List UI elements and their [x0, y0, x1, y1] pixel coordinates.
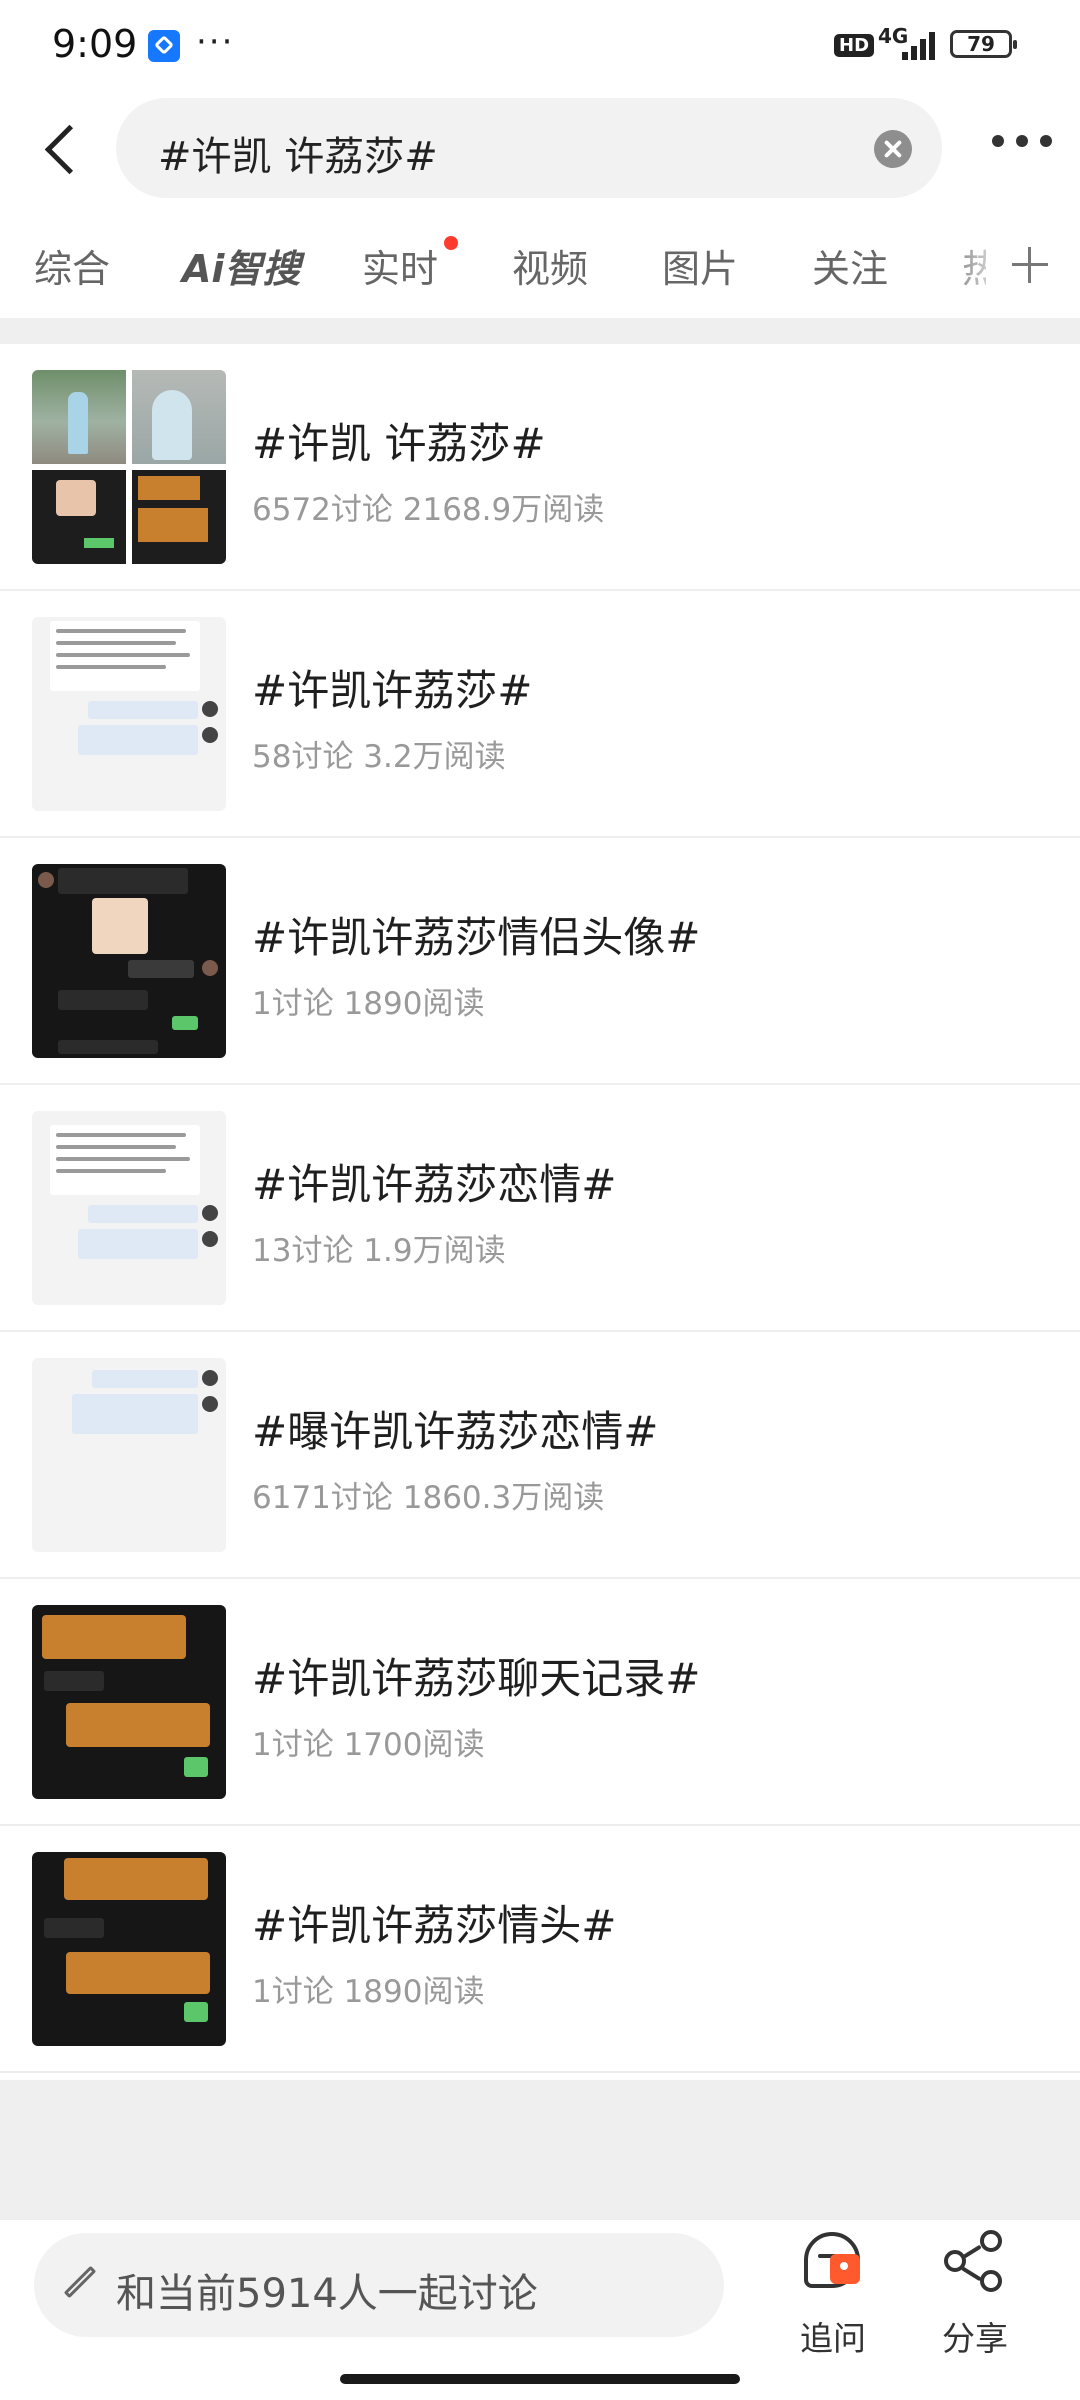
list-item[interactable]: #许凯许荔莎恋情# 13讨论 1.9万阅读	[0, 1085, 1080, 1332]
tab-follow[interactable]: 关注	[812, 238, 888, 293]
thumbnail-transfer-screenshot	[32, 1605, 226, 1799]
comment-input[interactable]: 和当前5914人一起讨论	[34, 2233, 724, 2337]
list-item[interactable]: #曝许凯许荔莎恋情# 6171讨论 1860.3万阅读	[0, 1332, 1080, 1579]
ask-label: 追问	[800, 2319, 866, 2358]
ask-badge-icon	[830, 2254, 860, 2284]
thumbnail-chat-screenshot	[32, 1111, 226, 1305]
thumbnail-transfer-screenshot	[32, 1852, 226, 2046]
share-icon	[944, 2230, 1006, 2292]
list-item[interactable]: #许凯许荔莎# 58讨论 3.2万阅读	[0, 591, 1080, 838]
comment-placeholder: 和当前5914人一起讨论	[116, 2271, 538, 2317]
topic-meta: 1讨论 1700阅读	[252, 1727, 485, 1763]
clear-icon[interactable]	[874, 130, 912, 168]
bottom-bar: 和当前5914人一起讨论 追问 分享	[0, 2220, 1080, 2400]
tab-video[interactable]: 视频	[512, 238, 588, 293]
topic-meta: 6572讨论 2168.9万阅读	[252, 492, 605, 528]
thumbnail-chat-screenshot	[32, 617, 226, 811]
topic-title[interactable]: #许凯许荔莎恋情#	[252, 1151, 616, 1212]
topic-meta: 6171讨论 1860.3万阅读	[252, 1480, 605, 1516]
topic-title[interactable]: #许凯许荔莎情侣头像#	[252, 904, 700, 965]
list-item[interactable]: #许凯 许荔莎# 6572讨论 2168.9万阅读	[0, 344, 1080, 591]
pencil-icon	[60, 2263, 100, 2303]
topic-meta: 1讨论 1890阅读	[252, 986, 485, 1022]
list-item[interactable]: #许凯许荔莎情侣头像# 1讨论 1890阅读	[0, 838, 1080, 1085]
search-header: #许凯 许荔莎#	[0, 90, 1080, 210]
status-bar: 9:09 ··· HD 4G 79	[0, 0, 1080, 90]
search-input[interactable]: #许凯 许荔莎#	[158, 124, 438, 182]
thumbnail-chat-screenshot	[32, 1358, 226, 1552]
search-tabs: 综合 Ai智搜 实时 视频 图片 关注 热	[0, 220, 1080, 310]
ask-button[interactable]: 追问	[788, 2228, 878, 2358]
more-icon[interactable]	[992, 132, 1052, 148]
signal-icon	[902, 30, 936, 60]
tab-comprehensive[interactable]: 综合	[34, 238, 110, 293]
home-indicator	[340, 2374, 740, 2384]
tabs-fade	[940, 230, 1010, 300]
tab-ai-search[interactable]: Ai智搜	[182, 238, 300, 293]
topic-meta: 13讨论 1.9万阅读	[252, 1233, 506, 1269]
list-item[interactable]: #许凯许荔莎情头# 1讨论 1890阅读	[0, 1826, 1080, 2073]
topic-title[interactable]: #许凯许荔莎情头#	[252, 1892, 616, 1953]
topic-title[interactable]: #曝许凯许荔莎恋情#	[252, 1398, 658, 1459]
topic-meta: 1讨论 1890阅读	[252, 1974, 485, 2010]
thumbnail-photo-collage	[32, 370, 226, 564]
tab-realtime[interactable]: 实时	[362, 238, 438, 293]
status-time: 9:09	[52, 22, 138, 66]
hd-icon: HD	[834, 34, 875, 57]
topic-list: #许凯 许荔莎# 6572讨论 2168.9万阅读 #许凯许荔莎# 58讨论 3…	[0, 344, 1080, 2073]
battery-icon: 79	[950, 30, 1017, 58]
notification-dot	[444, 236, 458, 250]
back-arrow-icon[interactable]	[38, 120, 88, 180]
ai-app-icon	[148, 30, 180, 62]
add-tab-icon[interactable]	[1010, 245, 1050, 285]
share-label: 分享	[942, 2319, 1008, 2358]
topic-title[interactable]: #许凯许荔莎#	[252, 657, 532, 718]
topic-title[interactable]: #许凯 许荔莎#	[252, 410, 546, 471]
tab-images[interactable]: 图片	[662, 238, 738, 293]
divider	[0, 318, 1080, 344]
thumbnail-chat-screenshot	[32, 864, 226, 1058]
list-item[interactable]: #许凯许荔莎聊天记录# 1讨论 1700阅读	[0, 1579, 1080, 1826]
topic-title[interactable]: #许凯许荔莎聊天记录#	[252, 1645, 700, 1706]
share-button[interactable]: 分享	[930, 2228, 1020, 2358]
empty-area	[0, 2080, 1080, 2220]
topic-meta: 58讨论 3.2万阅读	[252, 739, 506, 775]
search-bar[interactable]: #许凯 许荔莎#	[116, 98, 942, 198]
more-notifications-icon: ···	[196, 22, 235, 62]
